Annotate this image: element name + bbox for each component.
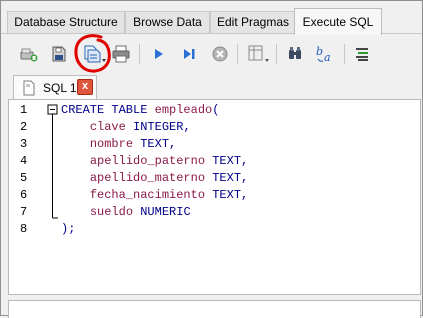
code-line[interactable]: ); bbox=[61, 221, 75, 238]
comment-lines-icon bbox=[356, 48, 368, 61]
stop-execution-button[interactable] bbox=[209, 43, 231, 65]
sql-keyword bbox=[61, 171, 90, 185]
window-frame: Database Structure Browse Data Edit Prag… bbox=[0, 0, 423, 318]
main-tab-bar: Database Structure Browse Data Edit Prag… bbox=[1, 8, 422, 35]
line-number: 8 bbox=[20, 222, 28, 236]
sql-document-icon bbox=[23, 80, 35, 96]
sql-keyword: TEXT, bbox=[205, 154, 249, 168]
save-results-icon bbox=[248, 45, 269, 62]
line-number: 2 bbox=[20, 120, 28, 134]
sql-editor[interactable]: 1 CREATE TABLE empleado(2 clave INTEGER, 3… bbox=[8, 99, 421, 295]
svg-text:b: b bbox=[316, 45, 323, 58]
tab-edit-pragmas[interactable]: Edit Pragmas bbox=[210, 11, 296, 33]
tab-database-structure[interactable]: Database Structure bbox=[7, 11, 125, 33]
sql-identifier: empleado bbox=[154, 103, 213, 117]
close-icon: x bbox=[81, 80, 89, 92]
sql-keyword bbox=[61, 120, 90, 134]
execute-all-button[interactable] bbox=[147, 43, 169, 65]
sql-keyword: NUMERIC bbox=[133, 205, 191, 219]
sql-keyword: TEXT, bbox=[133, 137, 177, 151]
close-tab-button[interactable]: x bbox=[77, 79, 93, 95]
save-results-button[interactable] bbox=[245, 43, 271, 65]
sql-identifier: nombre bbox=[89, 137, 134, 151]
code-line[interactable]: fecha_nacimiento TEXT, bbox=[61, 187, 248, 204]
open-sql-file-icon bbox=[52, 46, 66, 62]
svg-text:a: a bbox=[324, 51, 331, 64]
tab-execute-sql[interactable]: Execute SQL bbox=[294, 8, 382, 35]
sql-keyword: TEXT, bbox=[205, 188, 249, 202]
line-number: 5 bbox=[20, 171, 28, 185]
sql-identifier: fecha_nacimiento bbox=[89, 188, 206, 202]
code-line[interactable]: CREATE TABLE empleado( bbox=[61, 102, 219, 119]
tab-browse-data[interactable]: Browse Data bbox=[125, 11, 210, 33]
sql-keyword: CREATE TABLE bbox=[61, 103, 155, 117]
line-number: 3 bbox=[20, 137, 28, 151]
toolbar-separator bbox=[237, 44, 238, 64]
sql-identifier: apellido_materno bbox=[89, 171, 206, 185]
sql-keyword: ); bbox=[61, 222, 76, 236]
find-replace-button[interactable]: b a bbox=[314, 43, 336, 65]
editor-tab-strip: SQL 1 x bbox=[3, 73, 420, 100]
sql-keyword: TEXT, bbox=[205, 171, 249, 185]
code-line[interactable]: apellido_paterno TEXT, bbox=[61, 153, 248, 170]
line-number: 6 bbox=[20, 188, 28, 202]
sql-keyword: ( bbox=[212, 103, 220, 117]
sql-identifier: sueldo bbox=[89, 205, 134, 219]
execute-current-line-button[interactable] bbox=[178, 43, 200, 65]
comment-lines-button[interactable] bbox=[351, 43, 373, 65]
toolbar-separator bbox=[139, 44, 140, 64]
results-pane[interactable] bbox=[8, 300, 421, 318]
sql-keyword: INTEGER, bbox=[125, 120, 191, 134]
sql-toolbar: b a bbox=[1, 34, 422, 73]
find-button[interactable] bbox=[284, 43, 306, 65]
line-number: 4 bbox=[20, 154, 28, 168]
sql-identifier: apellido_paterno bbox=[89, 154, 206, 168]
stop-execution-icon bbox=[212, 46, 228, 62]
open-sql-file-button[interactable] bbox=[48, 43, 70, 65]
sql-tab-label: SQL 1 bbox=[43, 81, 77, 95]
toolbar-separator bbox=[344, 44, 345, 64]
fold-marker-icon[interactable] bbox=[47, 104, 59, 224]
tab-sql-1[interactable]: SQL 1 x bbox=[13, 75, 97, 100]
code-line[interactable]: apellido_materno TEXT, bbox=[61, 170, 248, 187]
execute-all-icon bbox=[155, 49, 163, 59]
find-icon bbox=[289, 47, 301, 59]
open-tab-icon bbox=[20, 48, 38, 62]
sql-keyword bbox=[61, 137, 90, 151]
sql-keyword bbox=[61, 188, 90, 202]
code-line[interactable]: clave INTEGER, bbox=[61, 119, 191, 136]
sql-keyword bbox=[61, 154, 90, 168]
find-replace-icon: b a bbox=[316, 45, 331, 64]
code-line[interactable]: nombre TEXT, bbox=[61, 136, 176, 153]
code-line[interactable]: sueldo NUMERIC bbox=[61, 204, 191, 221]
toolbar-separator bbox=[276, 44, 277, 64]
line-number: 1 bbox=[20, 103, 28, 117]
sql-keyword bbox=[61, 205, 90, 219]
line-number: 7 bbox=[20, 205, 28, 219]
annotation-circle bbox=[74, 34, 111, 73]
sql-identifier: clave bbox=[89, 120, 126, 134]
open-tab-button[interactable] bbox=[18, 43, 40, 65]
execute-current-line-icon bbox=[184, 49, 195, 59]
